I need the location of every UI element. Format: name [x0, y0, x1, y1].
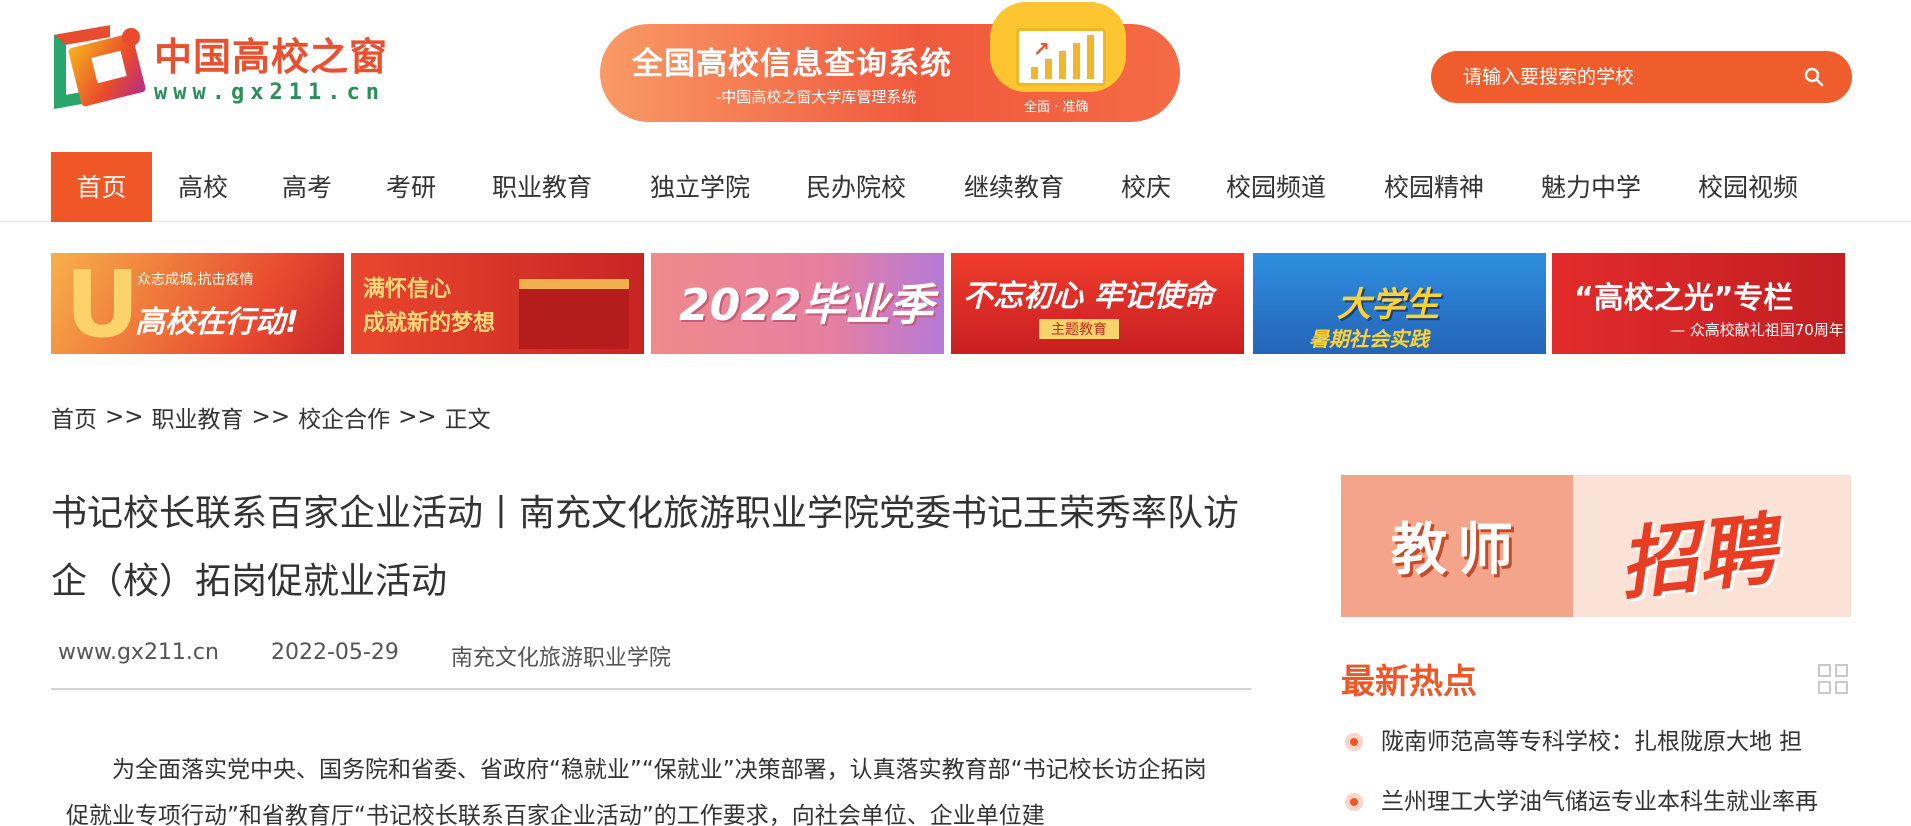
nav-gaokao[interactable]: 高考 [267, 152, 347, 222]
breadcrumb-cooperation[interactable]: 校企合作 [298, 400, 390, 434]
topic-banner-practice[interactable]: 大学生 暑期社会实践 [1253, 253, 1546, 354]
hot-news-list: 陇南师范高等专科学校：扎根陇原大地 担 兰州理工大学油气储运专业本科生就业率再 [1341, 722, 1851, 826]
article-org: 南充文化旅游职业学院 [450, 646, 671, 671]
search-input[interactable] [1463, 66, 1793, 88]
breadcrumb-separator: >> [398, 404, 437, 430]
topic-banner-mission[interactable]: 不忘初心 牢记使命 主题教育 [951, 253, 1244, 354]
teacher-recruitment-ad[interactable]: 教师 招聘 [1341, 475, 1851, 617]
search-bar [1431, 51, 1852, 103]
search-icon[interactable] [1804, 67, 1824, 87]
nav-universities[interactable]: 高校 [163, 152, 243, 222]
ad-text-teacher: 教师 [1391, 518, 1523, 583]
article-meta: www.gx211.cn 2022-05-29 南充文化旅游职业学院 [58, 640, 723, 672]
topic-subtitle: — 众高校献礼祖国70周年 [1670, 321, 1844, 339]
article-paragraph: 为全面落实党中央、国务院和省委、省政府“稳就业”“保就业”决策部署，认真落实教育… [66, 757, 1207, 826]
list-item[interactable]: 兰州理工大学油气储运专业本科生就业率再 [1341, 782, 1851, 826]
main-nav: 首页 高校 高考 考研 职业教育 独立学院 民办院校 继续教育 校庆 校园频道 … [0, 152, 1911, 222]
breadcrumb-vocational[interactable]: 职业教育 [152, 400, 244, 434]
topic-banner-graduation[interactable]: 2022毕业季 [651, 253, 944, 354]
topic-title: 满怀信心 [363, 277, 452, 302]
hot-item-text: 兰州理工大学油气储运专业本科生就业率再 [1381, 789, 1818, 815]
grid-view-icon[interactable] [1818, 663, 1848, 694]
gate-icon [519, 279, 629, 349]
topic-title: 2022毕业季 [679, 280, 934, 331]
topic-subtitle: 暑期社会实践 [1309, 327, 1429, 351]
bullet-dot-icon [1345, 733, 1363, 751]
topic-title: 大学生 [1337, 285, 1439, 325]
topic-banner-dream[interactable]: 满怀信心 成就新的梦想 [351, 253, 644, 354]
article-source: www.gx211.cn [58, 640, 219, 665]
ad-text-hire: 招聘 [1615, 505, 1781, 611]
hot-news-title: 最新热点 [1341, 662, 1477, 702]
nav-vocational[interactable]: 职业教育 [478, 152, 606, 222]
nav-campus-video[interactable]: 校园视频 [1684, 152, 1812, 222]
breadcrumb-home[interactable]: 首页 [51, 400, 97, 434]
nav-anniversary[interactable]: 校庆 [1106, 152, 1186, 222]
topic-subtitle: 主题教育 [1039, 319, 1119, 339]
breadcrumb-separator: >> [251, 404, 291, 430]
logo-url: www.gx211.cn [154, 80, 385, 105]
topic-banner-light[interactable]: “高校之光”专栏 — 众高校献礼祖国70周年 [1552, 253, 1845, 354]
nav-continuing[interactable]: 继续教育 [950, 152, 1078, 222]
topic-subtitle: 众志成城,抗击疫情 [137, 272, 254, 288]
nav-independent[interactable]: 独立学院 [636, 152, 764, 222]
hot-news-header: 最新热点 [1341, 654, 1851, 703]
nav-home[interactable]: 首页 [51, 152, 152, 222]
banner-subtitle: -中国高校之窗大学库管理系统 [716, 88, 917, 106]
breadcrumb: 首页 >> 职业教育 >> 校企合作 >> 正文 [51, 400, 491, 434]
hot-item-text: 陇南师范高等专科学校：扎根陇原大地 担 [1381, 729, 1803, 755]
nav-kaoyan[interactable]: 考研 [371, 152, 451, 222]
logo-name: 中国高校之窗 [154, 35, 389, 79]
breadcrumb-current: 正文 [444, 407, 491, 433]
banner-tag: 全面 · 准确 [1024, 100, 1089, 115]
site-logo[interactable]: 中国高校之窗 www.gx211.cn [52, 22, 404, 118]
nav-private[interactable]: 民办院校 [792, 152, 920, 222]
bullet-dot-icon [1345, 793, 1363, 811]
list-item[interactable]: 陇南师范高等专科学校：扎根陇原大地 担 [1341, 722, 1851, 782]
query-system-banner[interactable]: 全国高校信息查询系统 -中国高校之窗大学库管理系统 ↗ 全面 · 准确 [600, 2, 1180, 122]
logo-mark-icon [52, 24, 148, 116]
nav-campus-channel[interactable]: 校园频道 [1212, 152, 1340, 222]
banner-title: 全国高校信息查询系统 [632, 46, 952, 82]
nav-campus-spirit[interactable]: 校园精神 [1370, 152, 1498, 222]
topic-banners: U 众志成城,抗击疫情 高校在行动! 满怀信心 成就新的梦想 2022毕业季 不… [51, 253, 1845, 354]
topic-title: 不忘初心 牢记使命 [963, 279, 1214, 314]
breadcrumb-separator: >> [105, 404, 144, 430]
topic-subtitle: 成就新的梦想 [363, 311, 496, 336]
topic-title: 高校在行动! [135, 305, 299, 340]
divider [51, 688, 1251, 690]
topic-banner-antiepidemic[interactable]: U 众志成城,抗击疫情 高校在行动! [51, 253, 344, 354]
topic-title: “高校之光”专栏 [1574, 281, 1794, 316]
article-title: 书记校长联系百家企业活动丨南充文化旅游职业学院党委书记王荣秀率队访企（校）拓岗促… [51, 493, 1240, 602]
nav-high-schools[interactable]: 魅力中学 [1527, 152, 1655, 222]
article-date: 2022-05-29 [270, 640, 399, 665]
